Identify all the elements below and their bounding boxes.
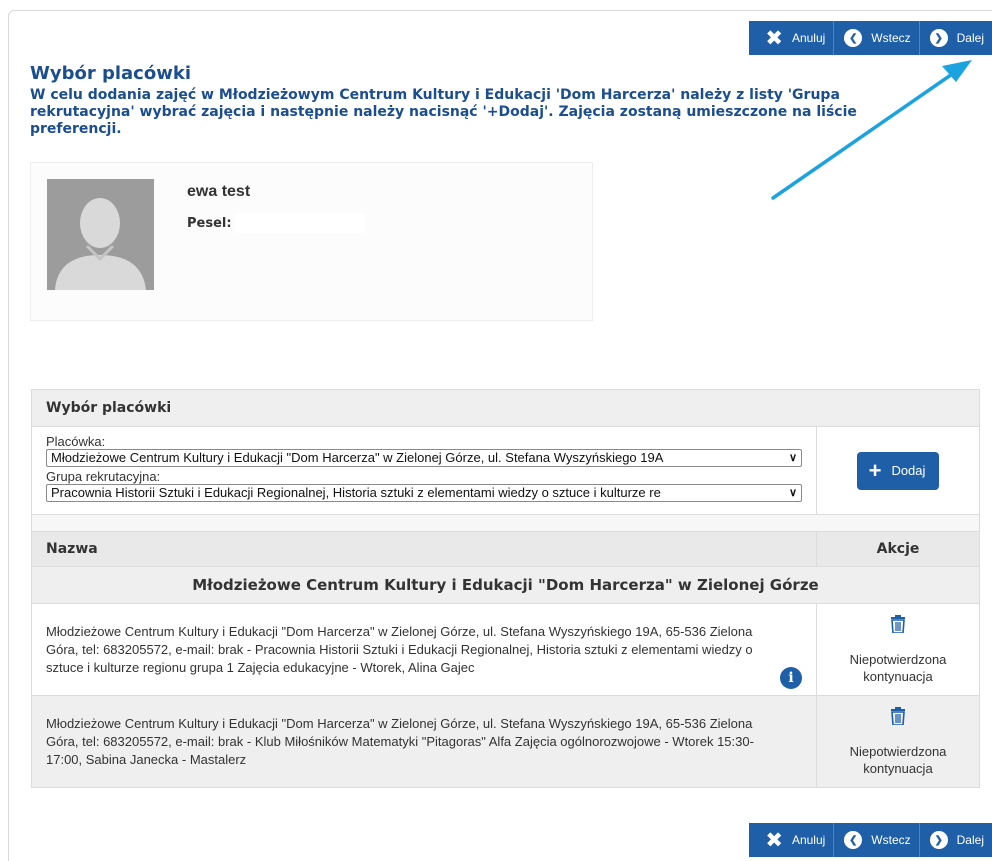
chevron-down-icon: ∨ <box>785 450 797 466</box>
trash-icon[interactable] <box>890 706 906 725</box>
page-title: Wybór placówki <box>30 63 191 84</box>
row-text: Młodzieżowe Centrum Kultury i Edukacji "… <box>46 715 754 767</box>
spacer-row <box>31 514 980 532</box>
selection-form: Placówka: Młodzieżowe Centrum Kultury i … <box>31 426 817 515</box>
add-cell: + Dodaj <box>816 426 980 515</box>
circle-chevron-right-icon: ❯ <box>929 831 948 849</box>
row-description: Młodzieżowe Centrum Kultury i Edukacji "… <box>31 603 817 696</box>
table-row: Młodzieżowe Centrum Kultury i Edukacji "… <box>31 603 980 696</box>
row-text: Młodzieżowe Centrum Kultury i Edukacji "… <box>46 623 753 675</box>
circle-chevron-left-icon: ❮ <box>844 831 863 849</box>
back-label: Wstecz <box>871 31 911 45</box>
circle-chevron-right-icon: ❯ <box>929 29 948 47</box>
row-actions: Niepotwierdzona kontynuacja <box>816 695 980 788</box>
add-label: Dodaj <box>891 463 926 478</box>
cancel-button[interactable]: ✖ Anuluj <box>749 21 833 55</box>
column-header-actions: Akcje <box>816 531 980 567</box>
back-label: Wstecz <box>871 833 911 847</box>
selection-table: Wybór placówki Placówka: Młodzieżowe Cen… <box>31 389 980 788</box>
chevron-down-icon: ∨ <box>785 485 797 501</box>
user-name: ewa test <box>187 183 251 200</box>
plus-icon: + <box>868 457 882 483</box>
info-icon[interactable]: i <box>780 667 802 689</box>
back-button[interactable]: ❮ Wstecz <box>833 21 918 55</box>
profile-card: ewa test Pesel: <box>30 162 593 321</box>
cancel-label: Anuluj <box>791 31 826 45</box>
grupa-label: Grupa rekrutacyjna: <box>46 469 161 484</box>
row-description: Młodzieżowe Centrum Kultury i Edukacji "… <box>31 695 817 788</box>
cancel-label: Anuluj <box>791 833 826 847</box>
group-title: Młodzieżowe Centrum Kultury i Edukacji "… <box>31 566 980 604</box>
pesel-value <box>235 213 365 233</box>
next-button[interactable]: ❯ Dalej <box>918 21 992 55</box>
pesel-label: Pesel: <box>187 216 232 231</box>
top-nav-bar: ✖ Anuluj ❮ Wstecz ❯ Dalej <box>749 21 992 55</box>
next-label: Dalej <box>956 31 984 45</box>
instruction-text: W celu dodania zajęć w Młodzieżowym Cent… <box>30 87 857 137</box>
row-actions: Niepotwierdzona kontynuacja <box>816 603 980 696</box>
column-header-name: Nazwa <box>31 531 817 567</box>
grupa-select[interactable]: Pracownia Historii Sztuki i Edukacji Reg… <box>46 484 802 502</box>
x-icon: ✖ <box>765 827 783 852</box>
x-icon: ✖ <box>765 25 783 50</box>
selection-header: Wybór placówki <box>31 389 980 427</box>
add-button[interactable]: + Dodaj <box>856 451 940 490</box>
avatar <box>47 179 154 290</box>
row-status: Niepotwierdzona kontynuacja <box>849 651 947 684</box>
table-row: Młodzieżowe Centrum Kultury i Edukacji "… <box>31 695 980 788</box>
row-status: Niepotwierdzona kontynuacja <box>849 743 947 776</box>
placowka-select[interactable]: Młodzieżowe Centrum Kultury i Edukacji "… <box>46 449 802 467</box>
placowka-value: Młodzieżowe Centrum Kultury i Edukacji "… <box>51 450 664 465</box>
grupa-value: Pracownia Historii Sztuki i Edukacji Reg… <box>51 485 661 500</box>
placowka-label: Placówka: <box>46 434 106 449</box>
circle-chevron-left-icon: ❮ <box>844 29 863 47</box>
trash-icon[interactable] <box>890 614 906 633</box>
next-label: Dalej <box>956 833 984 847</box>
user-silhouette-icon <box>55 198 146 290</box>
